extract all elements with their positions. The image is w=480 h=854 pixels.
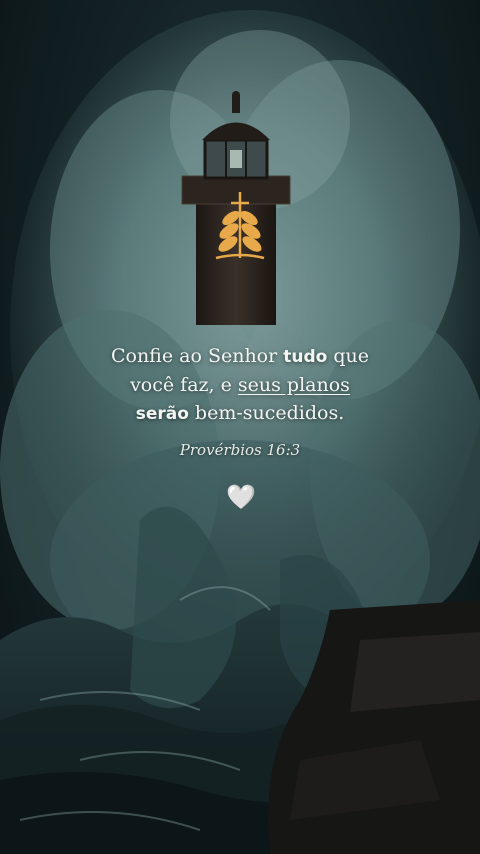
verse-part: bem-sucedidos.: [188, 402, 345, 424]
verse-underlined-phrase: seus planos: [237, 374, 350, 396]
verse-text: Confie ao Senhor tudo que você faz, e se…: [40, 342, 440, 428]
verse-reference: Provérbios 16:3: [179, 441, 301, 459]
verse-part: Confie ao Senhor: [110, 345, 284, 367]
verse-bold-word: tudo: [283, 347, 328, 367]
verse-bold-word: serão: [135, 404, 189, 424]
verse-part: que: [327, 345, 370, 367]
verse-part: você faz, e: [130, 374, 238, 396]
lighthouse-storm-scene: Confie ao Senhor tudo que você faz, e se…: [0, 0, 480, 854]
white-heart-icon: 🤍: [226, 483, 256, 511]
